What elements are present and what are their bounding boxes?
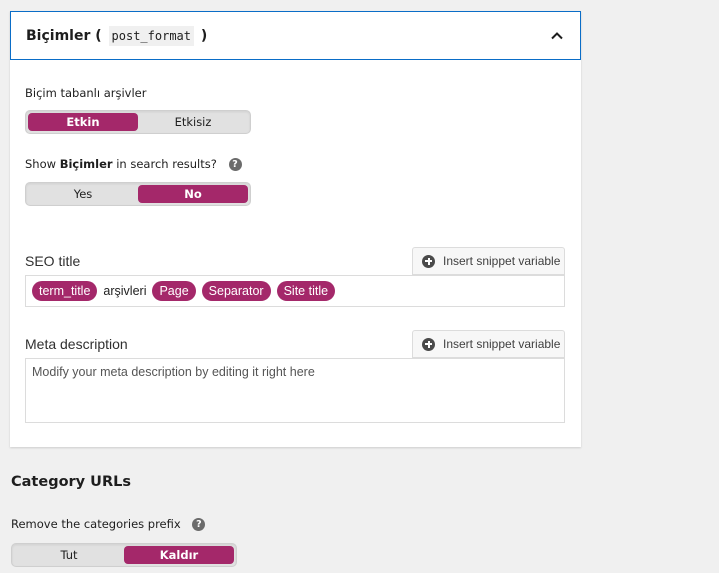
- categories-prefix-toggle[interactable]: Tut Kaldır: [11, 543, 237, 567]
- chevron-up-icon[interactable]: [549, 28, 565, 44]
- panel-title-close: ): [200, 27, 208, 44]
- label-prefix: Show: [25, 157, 60, 171]
- toggle-option-tut[interactable]: Tut: [14, 546, 124, 564]
- toggle-option-yes[interactable]: Yes: [28, 185, 138, 203]
- seo-title-editor[interactable]: term_title arşivleri Page Separator Site…: [25, 275, 565, 307]
- prefix-label-text: Remove the categories prefix: [11, 517, 181, 531]
- panel-title: Biçimler ( post_format ): [26, 25, 208, 46]
- taxonomy-code: post_format: [108, 25, 194, 46]
- plus-circle-icon: [422, 254, 435, 268]
- category-urls-heading: Category URLs: [11, 474, 131, 490]
- toggle-option-kaldir[interactable]: Kaldır: [124, 546, 234, 564]
- snippet-chip-separator[interactable]: Separator: [201, 281, 271, 301]
- post-format-panel: Biçimler ( post_format ) Biçim tabanlı a…: [10, 11, 581, 447]
- archives-toggle[interactable]: Etkin Etkisiz: [25, 110, 251, 134]
- snippet-chip-page[interactable]: Page: [152, 281, 196, 301]
- insert-snippet-label: Insert snippet variable: [443, 337, 561, 351]
- snippet-chip-site-title[interactable]: Site title: [276, 281, 336, 301]
- search-results-label: Show Biçimler in search results? ?: [25, 157, 242, 171]
- meta-description-editor[interactable]: Modify your meta description by editing …: [25, 358, 565, 423]
- toggle-option-no[interactable]: No: [138, 185, 248, 203]
- seo-title-text: arşivleri: [103, 284, 147, 298]
- snippet-chip-term-title[interactable]: term_title: [32, 281, 98, 301]
- search-results-toggle[interactable]: Yes No: [25, 182, 251, 206]
- insert-snippet-label: Insert snippet variable: [443, 254, 561, 268]
- question-circle-icon[interactable]: ?: [228, 158, 242, 171]
- toggle-option-etkisiz[interactable]: Etkisiz: [138, 113, 248, 131]
- seo-title-label: SEO title: [25, 253, 81, 269]
- question-circle-icon[interactable]: ?: [192, 518, 206, 531]
- panel-title-text: Biçimler (: [26, 27, 102, 44]
- archives-label: Biçim tabanlı arşivler: [25, 86, 147, 100]
- toggle-option-etkin[interactable]: Etkin: [28, 113, 138, 131]
- meta-description-label: Meta description: [25, 336, 128, 352]
- panel-header-toggle[interactable]: Biçimler ( post_format ): [10, 11, 581, 60]
- categories-prefix-label: Remove the categories prefix ?: [11, 517, 206, 531]
- label-suffix: in search results?: [112, 157, 217, 171]
- plus-circle-icon: [422, 337, 435, 351]
- label-bold: Biçimler: [59, 157, 113, 171]
- meta-description-insert-snippet-button[interactable]: Insert snippet variable: [412, 330, 565, 358]
- meta-description-placeholder: Modify your meta description by editing …: [32, 365, 315, 379]
- seo-title-insert-snippet-button[interactable]: Insert snippet variable: [412, 247, 565, 275]
